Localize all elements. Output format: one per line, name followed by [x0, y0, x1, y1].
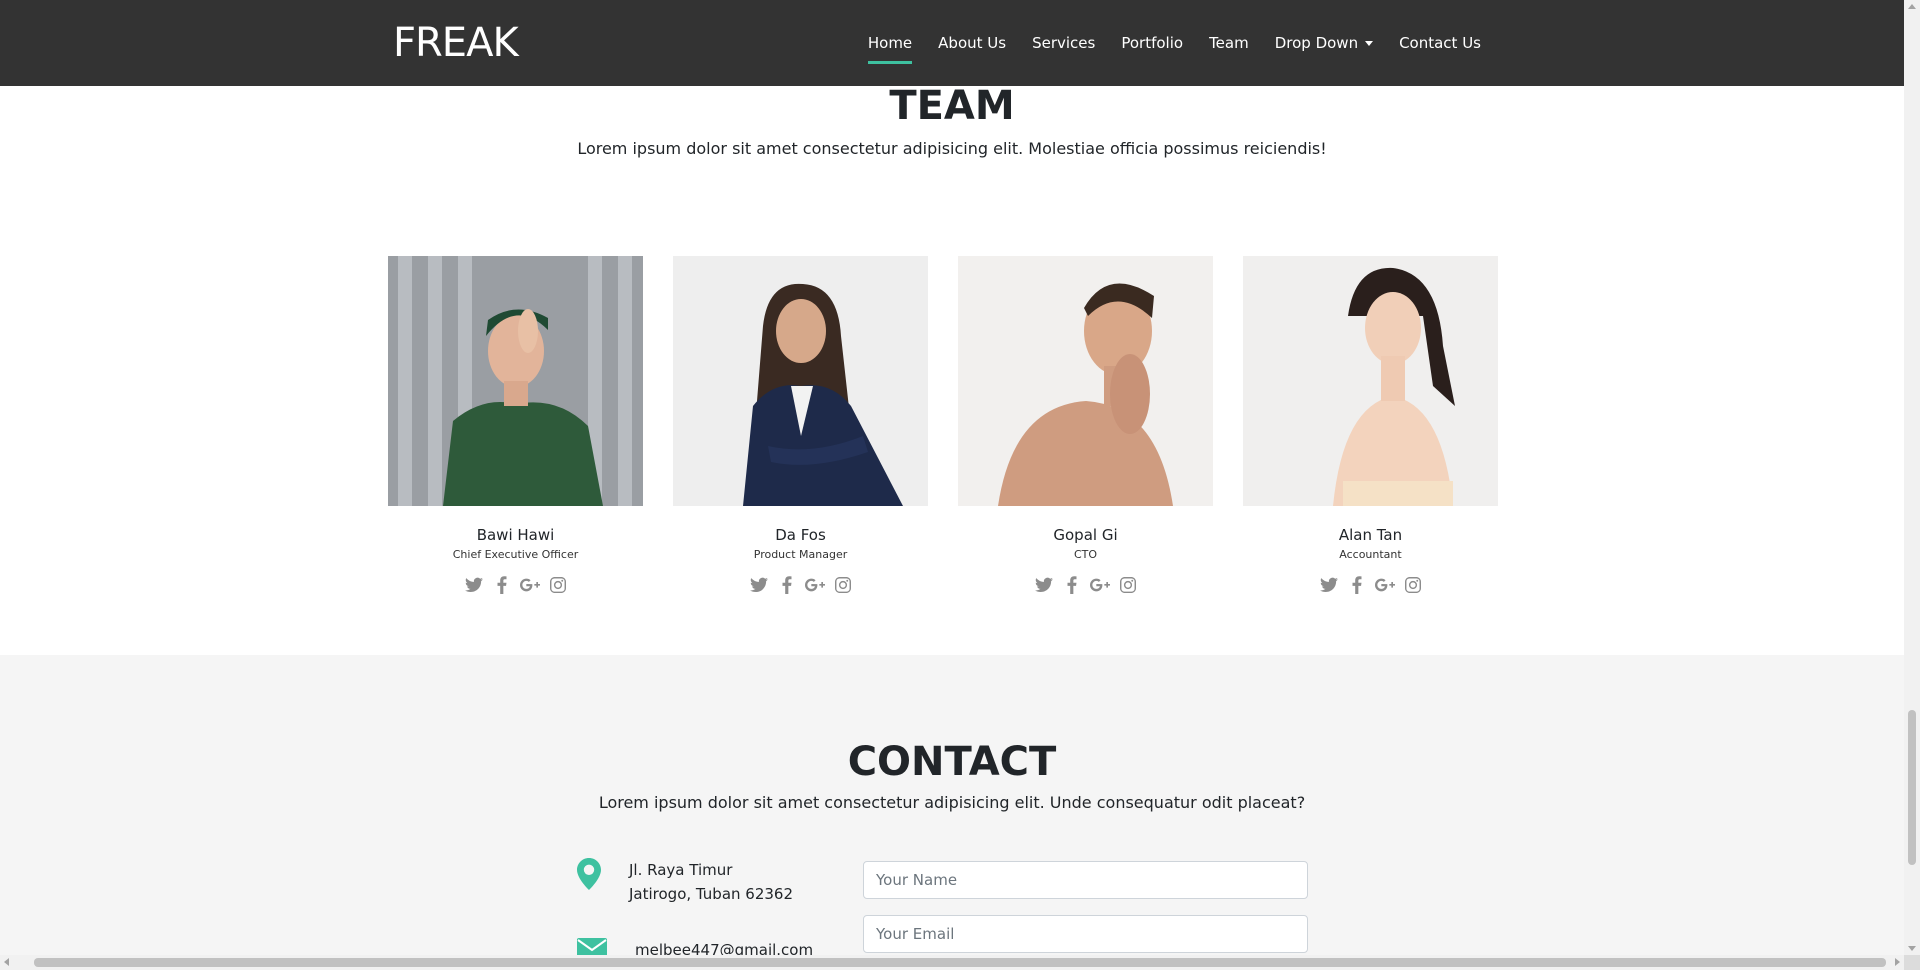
instagram-icon[interactable] — [1118, 575, 1138, 595]
contact-subtitle: Lorem ipsum dolor sit amet consectetur a… — [598, 793, 1306, 812]
vertical-scroll-thumb[interactable] — [1908, 710, 1916, 865]
email-input[interactable] — [863, 915, 1308, 953]
google-plus-icon[interactable] — [1089, 575, 1110, 595]
member-photo — [388, 256, 643, 506]
nav-item-services[interactable]: Services — [1019, 0, 1108, 86]
social-links — [673, 575, 928, 595]
team-card: Gopal Gi CTO — [958, 256, 1213, 595]
address-info: Jl. Raya Timur Jatirogo, Tuban 62362 — [577, 858, 793, 906]
google-plus-icon[interactable] — [1374, 575, 1395, 595]
scroll-left-arrow-icon[interactable] — [4, 958, 9, 966]
social-links — [958, 575, 1213, 595]
instagram-icon[interactable] — [1403, 575, 1423, 595]
google-plus-icon[interactable] — [519, 575, 540, 595]
twitter-icon[interactable] — [464, 575, 484, 595]
brand-logo[interactable]: FREAK — [393, 20, 519, 66]
facebook-icon[interactable] — [1347, 575, 1367, 595]
member-role: Accountant — [1339, 548, 1402, 561]
team-cards: Bawi Hawi Chief Executive Officer Da Fos… — [388, 256, 1505, 616]
contact-title: CONTACT — [847, 739, 1057, 785]
nav-item-home[interactable]: Home — [855, 0, 925, 86]
member-role: Product Manager — [753, 548, 848, 561]
facebook-icon[interactable] — [1062, 575, 1082, 595]
contact-section: CONTACT Lorem ipsum dolor sit amet conse… — [0, 655, 1904, 960]
nav-item-portfolio[interactable]: Portfolio — [1108, 0, 1196, 86]
caret-down-icon — [1365, 40, 1374, 46]
team-card: Alan Tan Accountant — [1243, 256, 1498, 595]
social-links — [388, 575, 643, 595]
team-card: Bawi Hawi Chief Executive Officer — [388, 256, 643, 595]
scrollbar-corner — [1904, 955, 1920, 970]
nav-item-contact-us[interactable]: Contact Us — [1386, 0, 1494, 86]
scroll-right-arrow-icon[interactable] — [1895, 958, 1900, 966]
member-role: CTO — [1073, 548, 1098, 561]
twitter-icon[interactable] — [1034, 575, 1054, 595]
member-name: Gopal Gi — [1053, 526, 1118, 544]
address-line-1: Jl. Raya Timur — [629, 861, 733, 879]
member-role: Chief Executive Officer — [452, 548, 579, 561]
horizontal-scrollbar[interactable] — [0, 955, 1904, 970]
member-name: Alan Tan — [1338, 526, 1403, 544]
scroll-down-arrow-icon[interactable] — [1908, 946, 1916, 951]
team-section: TEAM Lorem ipsum dolor sit amet consecte… — [0, 83, 1904, 655]
member-photo — [673, 256, 928, 506]
scroll-up-arrow-icon[interactable] — [1908, 4, 1916, 9]
address-line-2: Jatirogo, Tuban 62362 — [629, 885, 794, 903]
nav-menu: Home About Us Services Portfolio Team Dr… — [855, 0, 1494, 86]
google-plus-icon[interactable] — [804, 575, 825, 595]
horizontal-scroll-thumb[interactable] — [34, 958, 1886, 967]
member-name: Bawi Hawi — [476, 526, 555, 544]
twitter-icon[interactable] — [1319, 575, 1339, 595]
nav-item-team[interactable]: Team — [1196, 0, 1262, 86]
navbar: FREAK Home About Us Services Portfolio T… — [0, 0, 1904, 86]
member-photo — [1243, 256, 1498, 506]
facebook-icon[interactable] — [777, 575, 797, 595]
instagram-icon[interactable] — [548, 575, 568, 595]
member-name: Da Fos — [775, 526, 826, 544]
team-title: TEAM — [889, 83, 1015, 129]
twitter-icon[interactable] — [749, 575, 769, 595]
social-links — [1243, 575, 1498, 595]
nav-item-drop-down-label: Drop Down — [1274, 34, 1359, 52]
team-subtitle: Lorem ipsum dolor sit amet consectetur a… — [577, 139, 1327, 158]
nav-item-about-us[interactable]: About Us — [925, 0, 1019, 86]
team-card: Da Fos Product Manager — [673, 256, 928, 595]
facebook-icon[interactable] — [492, 575, 512, 595]
vertical-scrollbar[interactable] — [1904, 0, 1920, 955]
name-input[interactable] — [863, 861, 1308, 899]
map-marker-icon — [577, 858, 601, 894]
instagram-icon[interactable] — [833, 575, 853, 595]
nav-item-drop-down[interactable]: Drop Down — [1262, 0, 1386, 86]
member-photo — [958, 256, 1213, 506]
